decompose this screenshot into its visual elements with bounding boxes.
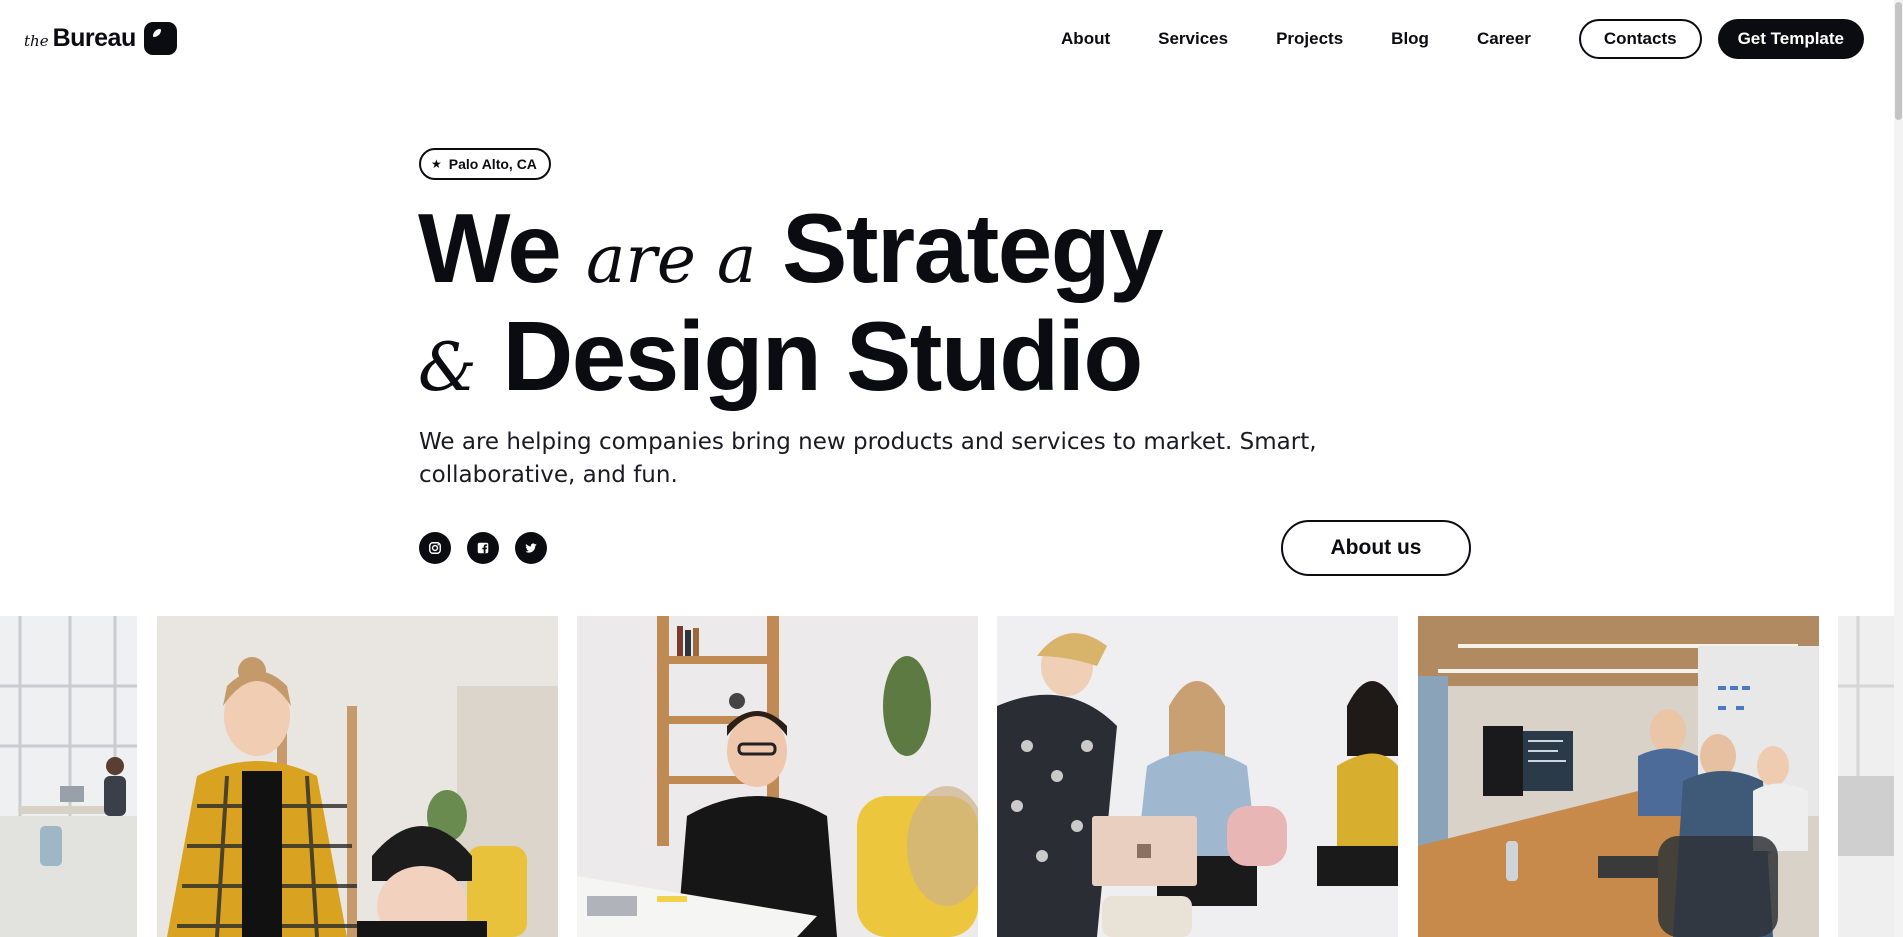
location-badge: ★ Palo Alto, CA	[419, 148, 551, 180]
facebook-icon[interactable]	[467, 532, 499, 564]
brand-mark-icon	[143, 21, 177, 55]
twitter-icon[interactable]	[515, 532, 547, 564]
get-template-button[interactable]: Get Template	[1717, 19, 1864, 59]
brand-name: Bureau	[52, 23, 137, 52]
headline-ampersand: &	[418, 329, 477, 406]
brand-prefix: the	[24, 32, 49, 50]
main-nav: About Services Projects Blog Career Cont…	[1061, 19, 1864, 59]
photo-gallery	[0, 616, 1903, 937]
social-links	[419, 532, 563, 564]
nav-about[interactable]: About	[1061, 29, 1110, 49]
headline-design-studio: Design Studio	[502, 301, 1143, 411]
scrollbar-thumb[interactable]	[1895, 2, 1902, 120]
nav-career[interactable]: Career	[1477, 29, 1531, 49]
about-us-button[interactable]: About us	[1281, 520, 1471, 576]
hero-headline: We are a Strategy & Design Studio	[418, 199, 1164, 416]
hero-lead: We are helping companies bring new produ…	[419, 429, 1317, 488]
brand-logo[interactable]: the Bureau	[24, 20, 177, 56]
woman-in-plaid-jacket-photo	[157, 616, 558, 937]
nav-blog[interactable]: Blog	[1391, 29, 1429, 49]
headline-are-a: are a	[585, 221, 757, 298]
office-interior-photo	[0, 616, 137, 937]
instagram-icon[interactable]	[419, 532, 451, 564]
smiling-man-at-desk-photo	[577, 616, 978, 937]
headline-line-1: We are a Strategy	[418, 199, 1164, 308]
contacts-button[interactable]: Contacts	[1578, 19, 1702, 59]
location-text: Palo Alto, CA	[448, 156, 537, 172]
star-icon: ★	[431, 157, 442, 171]
page-scrollbar[interactable]	[1894, 0, 1903, 937]
headline-we: We	[418, 193, 562, 303]
open-office-photo	[1418, 616, 1819, 937]
nav-projects[interactable]: Projects	[1276, 29, 1343, 49]
team-meeting-photo	[997, 616, 1398, 937]
headline-strategy: Strategy	[782, 193, 1164, 303]
headline-line-2: & Design Studio	[418, 307, 1162, 416]
nav-services[interactable]: Services	[1158, 29, 1228, 49]
